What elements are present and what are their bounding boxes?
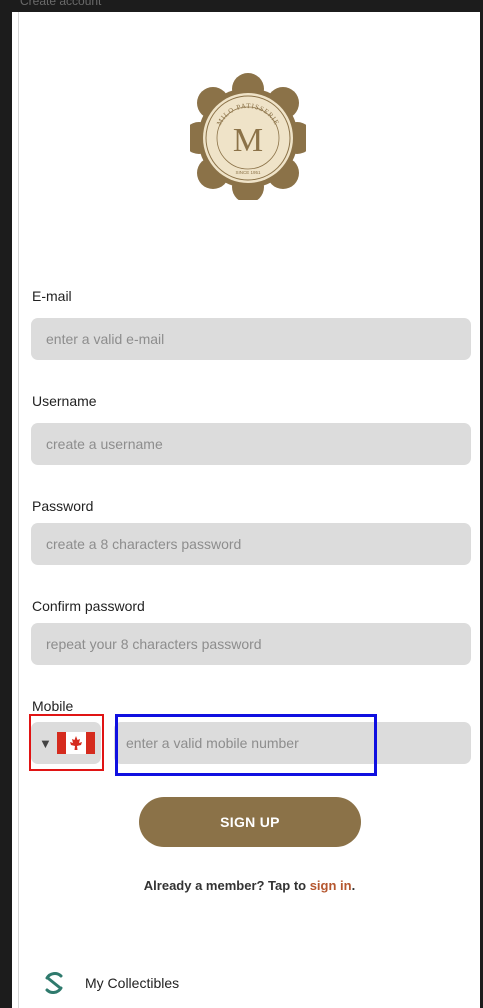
already-member-prefix: Already a member? Tap to <box>143 878 310 893</box>
country-selector-highlight <box>29 714 104 771</box>
logo-monogram: M <box>233 122 263 159</box>
window-frame-left <box>0 0 12 1008</box>
sign-in-link[interactable]: sign in <box>310 878 352 893</box>
top-caption: Create account <box>20 0 102 8</box>
mobile-label: Mobile <box>32 698 74 714</box>
confirm-password-field[interactable]: repeat your 8 characters password <box>31 623 471 665</box>
mobile-field-highlight <box>115 714 377 776</box>
username-field[interactable]: create a username <box>31 423 471 465</box>
confirm-password-placeholder: repeat your 8 characters password <box>46 636 262 652</box>
milo-patisserie-logo: MILO PATISSERIE M SINCE 1951 <box>190 73 306 200</box>
email-label: E-mail <box>32 288 72 304</box>
already-member-text: Already a member? Tap to sign in. <box>19 878 480 893</box>
confirm-password-label: Confirm password <box>32 598 145 614</box>
collectibles-icon <box>45 972 63 994</box>
signup-screen: MILO PATISSERIE M SINCE 1951 E-mail ente… <box>18 12 480 1008</box>
logo-since: SINCE 1951 <box>235 170 261 175</box>
already-member-suffix: . <box>351 878 356 893</box>
password-label: Password <box>32 498 94 514</box>
sign-up-button[interactable]: SIGN UP <box>139 797 361 847</box>
email-placeholder: enter a valid e-mail <box>46 331 165 347</box>
username-label: Username <box>32 393 97 409</box>
password-field[interactable]: create a 8 characters password <box>31 523 471 565</box>
email-field[interactable]: enter a valid e-mail <box>31 318 471 360</box>
username-placeholder: create a username <box>46 436 163 452</box>
my-collectibles-label: My Collectibles <box>85 975 180 991</box>
window-top-bar: Create account <box>0 0 483 12</box>
my-collectibles-item[interactable]: My Collectibles <box>41 970 179 996</box>
password-placeholder: create a 8 characters password <box>46 536 242 552</box>
